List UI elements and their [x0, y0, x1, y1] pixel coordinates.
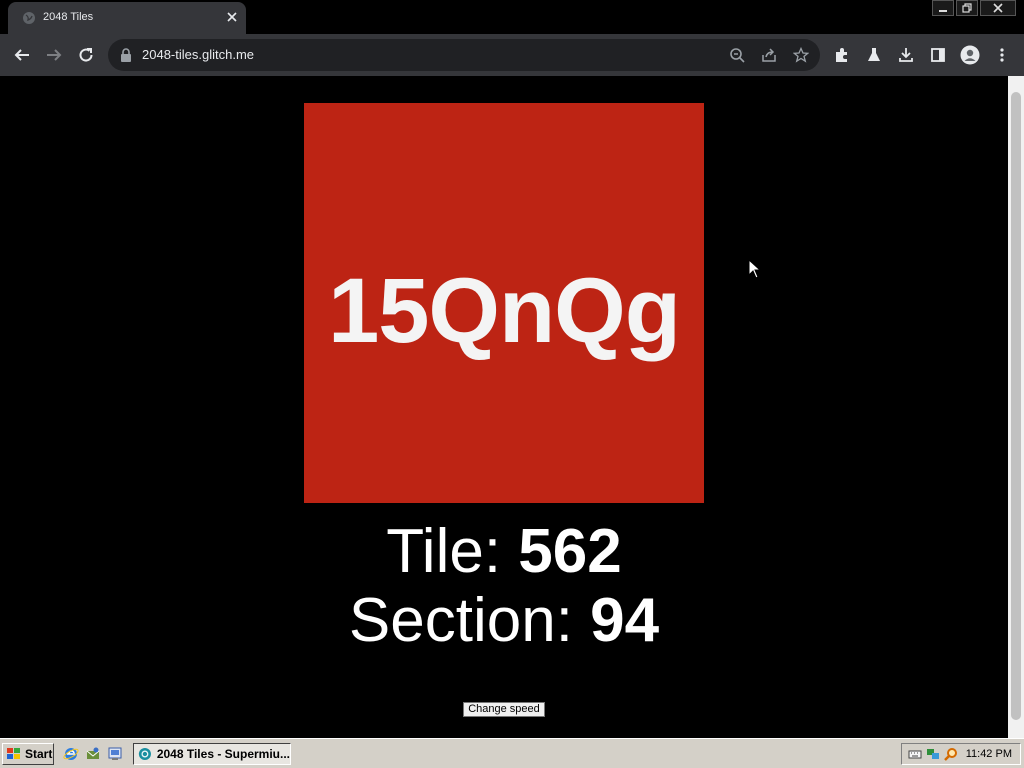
window-controls	[930, 0, 1016, 18]
keyboard-icon[interactable]	[908, 747, 922, 761]
start-label: Start	[25, 747, 53, 761]
zoom-icon[interactable]	[728, 46, 746, 64]
browser-tab[interactable]: 2048 Tiles	[8, 2, 246, 34]
scroll-thumb[interactable]	[1011, 92, 1021, 720]
globe-icon	[23, 12, 35, 24]
minimize-button[interactable]	[932, 0, 954, 16]
bookmark-star-icon[interactable]	[792, 46, 810, 64]
taskbar-window-button[interactable]: 2048 Tiles - Supermiu...	[133, 743, 291, 765]
section-number: 94	[590, 586, 660, 655]
back-button[interactable]	[10, 43, 34, 67]
supermium-icon	[138, 747, 151, 761]
reload-icon	[79, 48, 93, 62]
reload-button[interactable]	[74, 43, 98, 67]
close-window-button[interactable]	[980, 0, 1016, 16]
tab-title: 2048 Tiles	[43, 11, 94, 23]
clock: 11:42 PM	[965, 748, 1012, 760]
tile-label: Tile:	[386, 517, 519, 586]
forward-icon	[47, 49, 62, 61]
back-icon	[14, 49, 29, 61]
forward-button[interactable]	[42, 43, 66, 67]
tile-text: 15QnQg	[328, 259, 681, 362]
network-icon[interactable]	[926, 747, 940, 761]
section-stat: Section: 94	[0, 586, 1008, 656]
browser-toolbar: 2048-tiles.glitch.me	[0, 34, 1024, 76]
change-speed-button[interactable]: Change speed	[463, 702, 545, 717]
address-bar[interactable]: 2048-tiles.glitch.me	[108, 39, 820, 71]
taskbar: Start 2048 Tiles - Supermiu... 11:42 PM	[0, 738, 1024, 768]
page-content: 15QnQg Tile: 562 Section: 94 Change spee…	[0, 76, 1008, 738]
tile-number: 562	[518, 517, 622, 586]
share-icon[interactable]	[760, 46, 778, 64]
menu-icon[interactable]	[992, 45, 1012, 65]
vertical-scrollbar[interactable]	[1008, 76, 1024, 738]
extensions-icon[interactable]	[832, 45, 852, 65]
taskbar-window-label: 2048 Tiles - Supermiu...	[156, 747, 290, 761]
url-text: 2048-tiles.glitch.me	[142, 47, 254, 62]
tile-stat: Tile: 562	[0, 517, 1008, 587]
tile: 15QnQg	[304, 103, 704, 503]
minimize-icon	[939, 10, 947, 12]
download-icon[interactable]	[896, 45, 916, 65]
system-tray: 11:42 PM	[901, 743, 1021, 765]
outlook-express-icon[interactable]	[85, 746, 101, 762]
close-icon	[993, 3, 1003, 13]
tab-close-icon[interactable]	[226, 11, 238, 23]
internet-explorer-icon[interactable]	[63, 746, 79, 762]
show-desktop-icon[interactable]	[107, 746, 123, 762]
lock-icon[interactable]	[120, 48, 132, 62]
mouse-cursor-icon	[748, 259, 762, 279]
restore-icon	[962, 3, 972, 13]
start-button[interactable]: Start	[2, 743, 54, 765]
tab-strip: 2048 Tiles	[0, 0, 1024, 34]
profile-icon[interactable]	[960, 45, 980, 65]
search-icon[interactable]	[944, 747, 958, 761]
side-panel-icon[interactable]	[928, 45, 948, 65]
windows-logo-icon	[7, 748, 20, 759]
section-label: Section:	[348, 586, 591, 655]
restore-button[interactable]	[956, 0, 978, 16]
labs-icon[interactable]	[864, 45, 884, 65]
